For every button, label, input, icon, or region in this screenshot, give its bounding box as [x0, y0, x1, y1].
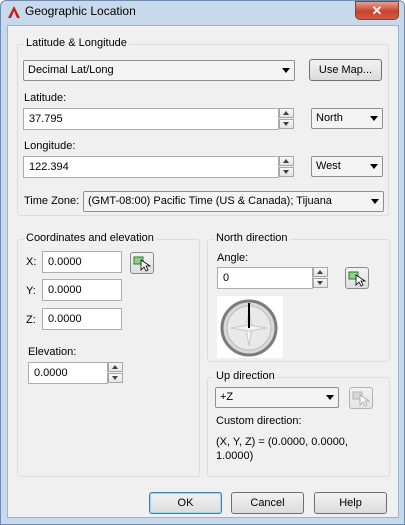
latitude-label: Latitude: [24, 92, 67, 104]
use-map-button[interactable]: Use Map... [309, 59, 382, 81]
up-direction-dropdown[interactable]: +Z [215, 387, 339, 408]
longitude-direction-value: West [316, 160, 341, 172]
help-button[interactable]: Help [314, 492, 387, 514]
spin-down-icon[interactable] [279, 167, 294, 177]
latitude-direction-value: North [316, 112, 343, 124]
angle-spinner[interactable] [313, 267, 328, 289]
pick-cursor-icon [352, 391, 371, 407]
spin-down-icon[interactable] [313, 278, 328, 288]
chevron-down-icon [282, 68, 290, 73]
timezone-value: (GMT-08:00) Pacific Time (US & Canada); … [88, 195, 332, 207]
chevron-down-icon [371, 199, 379, 204]
format-dropdown-value: Decimal Lat/Long [28, 64, 114, 76]
chevron-down-icon [326, 395, 334, 400]
cancel-button[interactable]: Cancel [231, 492, 304, 514]
latlong-group-title: Latitude & Longitude [24, 37, 129, 49]
up-direction-group-title: Up direction [214, 370, 277, 382]
spin-down-icon[interactable] [279, 119, 294, 129]
coordinates-group-title: Coordinates and elevation [24, 232, 156, 244]
latitude-direction-dropdown[interactable]: North [311, 108, 383, 129]
ok-button[interactable]: OK [149, 492, 222, 514]
spin-up-icon[interactable] [313, 267, 328, 277]
dialog-body: Latitude & Longitude Decimal Lat/Long Us… [7, 25, 399, 518]
y-label: Y: [26, 285, 36, 297]
angle-label: Angle: [217, 252, 249, 264]
longitude-spinner[interactable] [279, 156, 294, 178]
spin-up-icon[interactable] [108, 362, 123, 372]
pick-cursor-icon [133, 256, 152, 272]
custom-direction-label: Custom direction: [216, 415, 302, 427]
elevation-spinner[interactable] [108, 362, 123, 384]
north-angle-dial[interactable] [217, 296, 283, 358]
x-label: X: [26, 256, 37, 268]
coordinates-group: Coordinates and elevation [17, 232, 200, 477]
format-dropdown[interactable]: Decimal Lat/Long [23, 60, 295, 81]
angle-input[interactable]: 0 [217, 267, 313, 289]
title-bar[interactable]: Geographic Location ✕ [1, 1, 404, 23]
spin-down-icon[interactable] [108, 373, 123, 383]
close-button[interactable]: ✕ [355, 1, 399, 20]
elevation-label: Elevation: [28, 346, 77, 358]
north-direction-group-title: North direction [214, 232, 290, 244]
pick-angle-button[interactable] [345, 267, 369, 289]
timezone-label: Time Zone: [24, 195, 80, 207]
elevation-input[interactable]: 0.0000 [28, 362, 108, 384]
dialog-window: Geographic Location ✕ Latitude & Longitu… [0, 0, 405, 525]
custom-direction-value: (X, Y, Z) = (0.0000, 0.0000, 1.0000) [216, 436, 348, 462]
timezone-dropdown[interactable]: (GMT-08:00) Pacific Time (US & Canada); … [83, 191, 384, 212]
longitude-direction-dropdown[interactable]: West [311, 156, 383, 177]
compass-dial-icon [220, 299, 278, 357]
pick-point-button[interactable] [130, 252, 154, 274]
window-title: Geographic Location [25, 4, 136, 18]
latitude-spinner[interactable] [279, 108, 294, 130]
chevron-down-icon [370, 164, 378, 169]
spin-up-icon[interactable] [279, 108, 294, 118]
y-input[interactable]: 0.0000 [42, 279, 122, 301]
pick-up-direction-button[interactable] [349, 387, 373, 409]
x-input[interactable]: 0.0000 [42, 251, 122, 273]
longitude-input[interactable]: 122.394 [23, 156, 279, 178]
longitude-label: Longitude: [24, 140, 76, 152]
spin-up-icon[interactable] [279, 156, 294, 166]
z-input[interactable]: 0.0000 [42, 308, 122, 330]
latitude-input[interactable]: 37.795 [23, 108, 279, 130]
autocad-app-icon [8, 6, 20, 18]
z-label: Z: [26, 314, 36, 326]
chevron-down-icon [370, 116, 378, 121]
up-direction-value: +Z [220, 391, 234, 403]
pick-cursor-icon [348, 271, 367, 287]
